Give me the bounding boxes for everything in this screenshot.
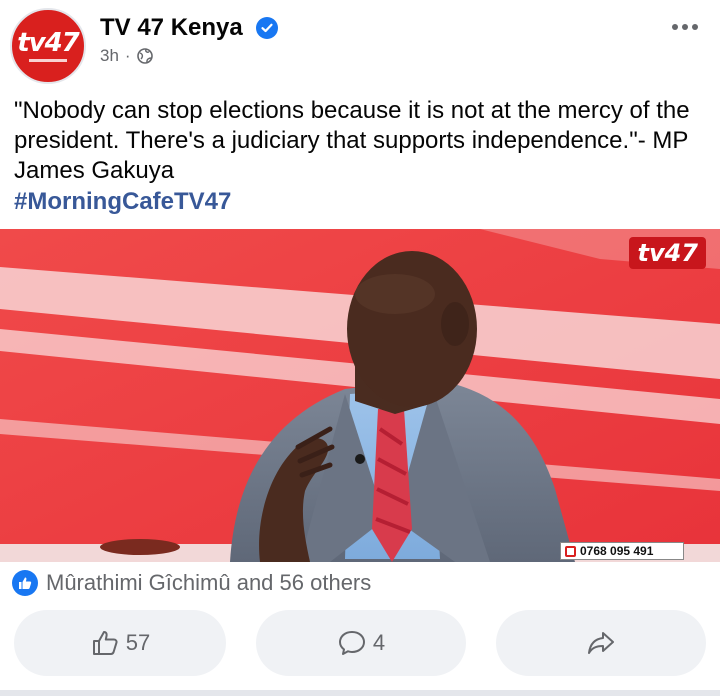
avatar-logo-underline [29,59,67,62]
page-avatar[interactable]: tv47 [10,8,86,84]
more-options-icon[interactable] [672,24,698,30]
phone-number: 0768 095 491 [580,544,654,558]
globe-icon[interactable] [136,48,153,64]
like-button[interactable]: 57 [14,610,226,676]
comment-count: 4 [372,630,386,655]
post-time[interactable]: 3h [100,46,119,66]
like-count: 57 [125,630,151,655]
post-divider [0,690,720,696]
comment-button[interactable]: 4 [256,610,466,676]
page-name[interactable]: TV 47 Kenya [100,14,243,42]
reactions-summary-text: Mûrathimi Gîchimû and 56 others [46,570,372,595]
reactions-summary[interactable]: Mûrathimi Gîchimû and 56 others [12,570,371,596]
post-header: tv47 TV 47 Kenya 3h · [0,0,720,90]
post-text: "Nobody can stop elections because it is… [14,97,690,184]
post-meta: 3h · [100,46,153,66]
action-bar: 57 4 [0,608,720,680]
phone-banner: 0768 095 491 [560,542,684,560]
avatar-logo-text: tv47 [17,28,80,58]
meta-separator: · [124,46,131,65]
thumbs-up-icon [92,631,118,655]
like-reaction-icon [12,570,38,596]
share-button[interactable] [496,610,706,676]
watermark-text: tv47 [637,239,698,267]
verified-badge-icon [256,17,278,39]
hashtag-link[interactable]: #MorningCafeTV47 [14,188,231,216]
share-icon [588,632,614,654]
comment-icon [338,631,365,655]
tv47-watermark-logo: tv47 [629,237,706,269]
post-image[interactable]: tv47 0768 095 491 [0,229,720,562]
phone-icon [565,545,576,557]
